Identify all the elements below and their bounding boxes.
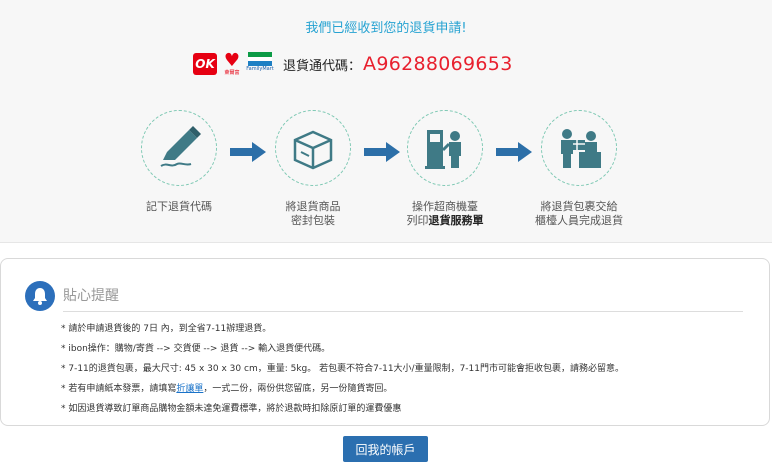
ok-mart-logo: OK — [193, 53, 217, 75]
pen-writing-icon — [141, 110, 217, 186]
step-seal-package: 將退貨商品 密封包裝 — [258, 110, 368, 228]
package-box-icon — [275, 110, 351, 186]
step-2-line1: 將退貨商品 — [285, 200, 341, 213]
reminder-item: * 請於申請退貨後的 7日 內，到全省7-11辦理退貨。 — [61, 324, 272, 334]
step-3-line2-bold: 退貨服務單 — [428, 214, 484, 227]
allowance-form-link[interactable]: 折讓單 — [176, 384, 203, 394]
step-hand-to-clerk: 將退貨包裹交給 櫃檯人員完成退貨 — [524, 110, 634, 228]
step-2-line2: 密封包裝 — [291, 214, 335, 227]
familymart-logo: FamilyMart — [246, 52, 274, 76]
divider — [63, 311, 743, 312]
return-code-label: 退貨通代碼： — [283, 58, 362, 74]
step-1-text: 記下退貨代碼 — [146, 200, 212, 213]
hilife-logo: ♥ 萊爾富 — [223, 50, 241, 77]
reminder-item-prefix: * 若有申請紙本發票，請填寫 — [61, 384, 177, 394]
return-steps: 記下退貨代碼 將退貨商品 密封包裝 操作超商機臺 列印退貨服務單 將退貨包裹交給… — [0, 110, 772, 230]
counter-clerk-icon — [541, 110, 617, 186]
step-4-line2: 櫃檯人員完成退貨 — [535, 214, 623, 227]
reminder-item: * 如因退貨導致訂單商品購物金額未達免運費標準，將於退款時扣除原訂單的運費優惠 — [61, 404, 402, 414]
back-to-account-button[interactable]: 回我的帳戶 — [343, 436, 428, 462]
store-logos: OK ♥ 萊爾富 FamilyMart — [193, 50, 274, 77]
step-3-line2-prefix: 列印 — [406, 214, 429, 227]
reminder-item-suffix: ，一式二份，兩份供您留底，另一份隨貨寄回。 — [203, 384, 393, 394]
reminder-list: * 請於申請退貨後的 7日 內，到全省7-11辦理退貨。 * ibon操作：購物… — [61, 319, 761, 419]
reminder-item: * 7-11的退貨包裹，最大尺寸: 45 x 30 x 30 cm，重量: 5k… — [61, 364, 624, 374]
reminder-item: * ibon操作：購物/寄貨 --> 交貨便 --> 退貨 --> 輸入退貨便代… — [61, 344, 331, 354]
kiosk-machine-icon — [407, 110, 483, 186]
return-code-value: A96288069653 — [363, 53, 513, 75]
step-kiosk-print: 操作超商機臺 列印退貨服務單 — [390, 110, 500, 228]
step-4-line1: 將退貨包裹交給 — [540, 200, 618, 213]
return-confirmation-panel: 我們已經收到您的退貨申請! OK ♥ 萊爾富 FamilyMart 退貨通代碼：… — [0, 0, 772, 243]
reminder-item: * 若有申請紙本發票，請填寫折讓單，一式二份，兩份供您留底，另一份隨貨寄回。 — [61, 379, 761, 399]
confirmation-title: 我們已經收到您的退貨申請! — [305, 21, 467, 36]
return-code-row: OK ♥ 萊爾富 FamilyMart 退貨通代碼： A96288069653 — [193, 50, 513, 78]
reminder-panel: 貼心提醒 * 請於申請退貨後的 7日 內，到全省7-11辦理退貨。 * ibon… — [0, 258, 770, 426]
bell-icon — [25, 281, 55, 311]
step-write-code: 記下退貨代碼 — [124, 110, 234, 214]
step-3-line1: 操作超商機臺 — [412, 200, 478, 213]
reminder-title: 貼心提醒 — [63, 288, 119, 304]
